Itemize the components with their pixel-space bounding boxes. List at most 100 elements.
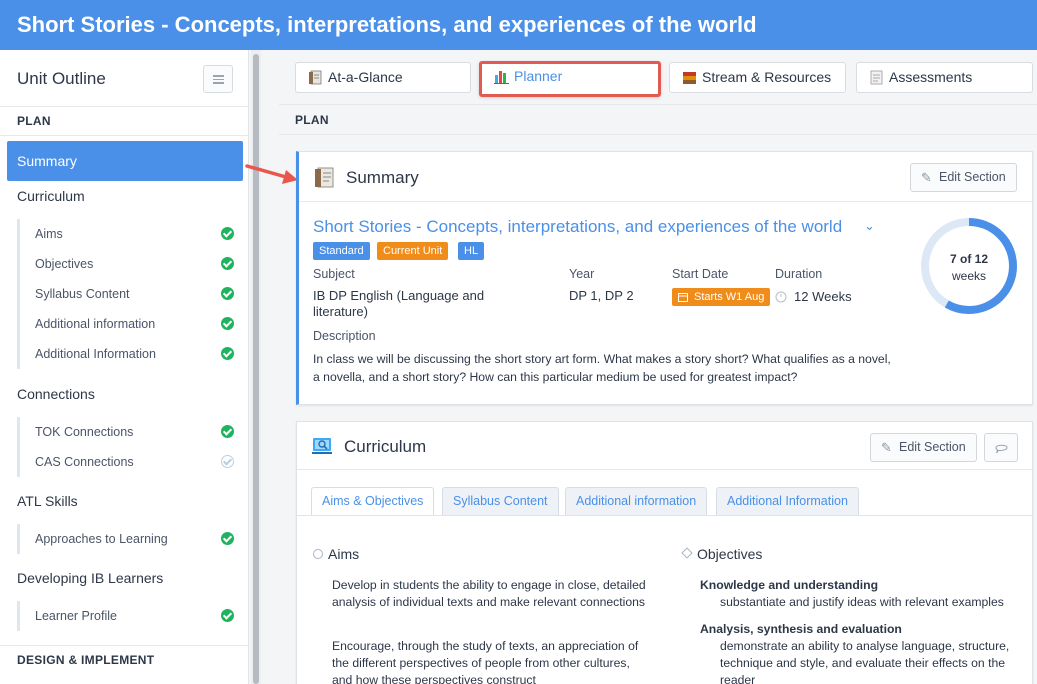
objectives-heading: Objectives	[681, 546, 762, 562]
app-header: Short Stories - Concepts, interpretation…	[0, 0, 1037, 50]
sidebar-group-curriculum[interactable]: Curriculum	[17, 188, 85, 204]
plan-label: PLAN	[279, 104, 1037, 135]
aims-heading: Aims	[313, 546, 360, 562]
learners-subitems: Learner Profile	[17, 601, 237, 631]
tab-at-a-glance[interactable]: At-a-Glance	[295, 62, 471, 93]
year-value: DP 1, DP 2	[569, 288, 634, 303]
chevron-down-icon[interactable]: ⌄	[864, 218, 875, 234]
start-date-label: Start Date	[672, 267, 729, 281]
check-icon	[221, 287, 234, 300]
year-label: Year	[569, 267, 595, 281]
sidebar-item-additional-information-2[interactable]: Additional Information	[20, 339, 237, 369]
check-icon	[221, 347, 234, 360]
progress-ring: 7 of 12 weeks	[919, 216, 1019, 316]
duration-text: 12 Weeks	[794, 289, 852, 304]
check-outline-icon	[221, 455, 234, 468]
item-label: Aims	[35, 227, 63, 241]
main-content: At-a-Glance Planner Stream & Resources A…	[279, 50, 1037, 684]
sidebar-item-aims[interactable]: Aims	[20, 219, 237, 249]
plan-section-label: PLAN	[0, 107, 248, 136]
sidebar-item-tok-connections[interactable]: TOK Connections	[20, 417, 237, 447]
start-date-badge: Starts W1 Aug	[672, 288, 771, 306]
page-title: Short Stories - Concepts, interpretation…	[17, 12, 757, 37]
item-label: Additional information	[35, 317, 156, 331]
outline-toggle-button[interactable]	[203, 65, 233, 93]
curriculum-subitems: Aims Objectives Syllabus Content Additio…	[17, 219, 237, 369]
subject-label: Subject	[313, 267, 355, 281]
curriculum-section-title: Curriculum	[344, 437, 427, 456]
subject-value-line2: literature)	[313, 304, 368, 319]
scrollbar-thumb[interactable]	[253, 54, 259, 684]
edit-curriculum-button[interactable]: Edit Section	[870, 433, 977, 462]
summary-card: Summary Edit Section Short Stories - Con…	[296, 151, 1033, 405]
sidebar-item-cas-connections[interactable]: CAS Connections	[20, 447, 237, 477]
tab-additional-information[interactable]: Additional information	[565, 487, 708, 516]
tab-label: Stream & Resources	[702, 69, 832, 85]
description-label: Description	[313, 329, 376, 343]
connections-subitems: TOK Connections CAS Connections	[17, 417, 237, 477]
diamond-icon	[681, 547, 693, 559]
curriculum-card-header: Curriculum Edit Section	[297, 422, 1032, 470]
item-label: TOK Connections	[35, 425, 134, 439]
document-icon	[315, 167, 334, 188]
sidebar-group-connections[interactable]: Connections	[17, 386, 95, 402]
summary-section-title: Summary	[346, 168, 419, 187]
tab-stream-resources[interactable]: Stream & Resources	[669, 62, 846, 93]
sidebar-item-approaches-to-learning[interactable]: Approaches to Learning	[20, 524, 237, 554]
progress-unit: weeks	[951, 269, 986, 283]
check-icon	[221, 609, 234, 622]
duration-value: 12 Weeks	[775, 289, 852, 305]
aims-paragraph-2: Encourage, through the study of texts, a…	[332, 639, 639, 684]
progress-text: 7 of 12	[950, 252, 988, 266]
list-icon	[213, 75, 224, 84]
circle-icon	[313, 549, 323, 559]
item-label: Syllabus Content	[35, 287, 130, 301]
sidebar-item-summary[interactable]: Summary	[7, 141, 243, 181]
edit-summary-button[interactable]: Edit Section	[910, 163, 1017, 192]
objective-2-text: demonstrate an ability to analyse langua…	[720, 639, 1010, 684]
item-label: Learner Profile	[35, 609, 117, 623]
tab-syllabus-content[interactable]: Syllabus Content	[442, 487, 559, 516]
clipboard-icon	[870, 70, 883, 85]
sidebar-item-additional-information[interactable]: Additional information	[20, 309, 237, 339]
objective-1-text: substantiate and justify ideas with rele…	[720, 595, 1004, 609]
check-icon	[221, 532, 234, 545]
subject-value-line1: IB DP English (Language and	[313, 288, 485, 303]
tab-assessments[interactable]: Assessments	[856, 62, 1033, 93]
bar-chart-icon	[494, 71, 509, 84]
comment-icon	[995, 444, 1008, 454]
tab-label: Assessments	[889, 69, 973, 85]
tab-label: At-a-Glance	[328, 69, 403, 85]
item-label: Approaches to Learning	[35, 532, 168, 546]
sidebar-item-syllabus-content[interactable]: Syllabus Content	[20, 279, 237, 309]
unit-outline-sidebar: Unit Outline PLAN Summary Curriculum Aim…	[0, 50, 249, 684]
books-icon	[683, 72, 696, 84]
sidebar-item-learner-profile[interactable]: Learner Profile	[20, 601, 237, 631]
comment-button[interactable]	[984, 433, 1018, 462]
duration-label: Duration	[775, 267, 823, 281]
badge-standard: Standard	[313, 242, 370, 260]
tab-aims-objectives[interactable]: Aims & Objectives	[311, 487, 435, 516]
aims-heading-text: Aims	[328, 546, 360, 562]
tab-divider	[297, 515, 1034, 516]
sidebar-group-developing-ib-learners[interactable]: Developing IB Learners	[17, 570, 163, 586]
item-label: Objectives	[35, 257, 94, 271]
unit-title-link[interactable]: Short Stories - Concepts, interpretation…	[313, 217, 842, 237]
tab-label: Planner	[514, 68, 563, 84]
objective-1-title: Knowledge and understanding	[700, 578, 879, 592]
clock-icon	[775, 291, 787, 303]
tab-additional-information-2[interactable]: Additional Information	[716, 487, 859, 516]
start-date-value: Starts W1 Aug	[694, 291, 765, 303]
sidebar-scrollbar[interactable]	[251, 50, 261, 684]
aims-paragraph-1: Develop in students the ability to engag…	[332, 578, 646, 609]
sidebar-item-objectives[interactable]: Objectives	[20, 249, 237, 279]
calendar-icon	[678, 293, 688, 302]
check-icon	[221, 317, 234, 330]
summary-card-header: Summary Edit Section	[299, 152, 1032, 202]
objective-2-title: Analysis, synthesis and evaluation	[700, 622, 902, 636]
description-text: In class we will be discussing the short…	[313, 352, 891, 384]
sidebar-group-atl-skills[interactable]: ATL Skills	[17, 493, 78, 509]
check-icon	[221, 425, 234, 438]
tab-planner[interactable]: Planner	[479, 61, 661, 97]
badge-hl: HL	[458, 242, 485, 260]
